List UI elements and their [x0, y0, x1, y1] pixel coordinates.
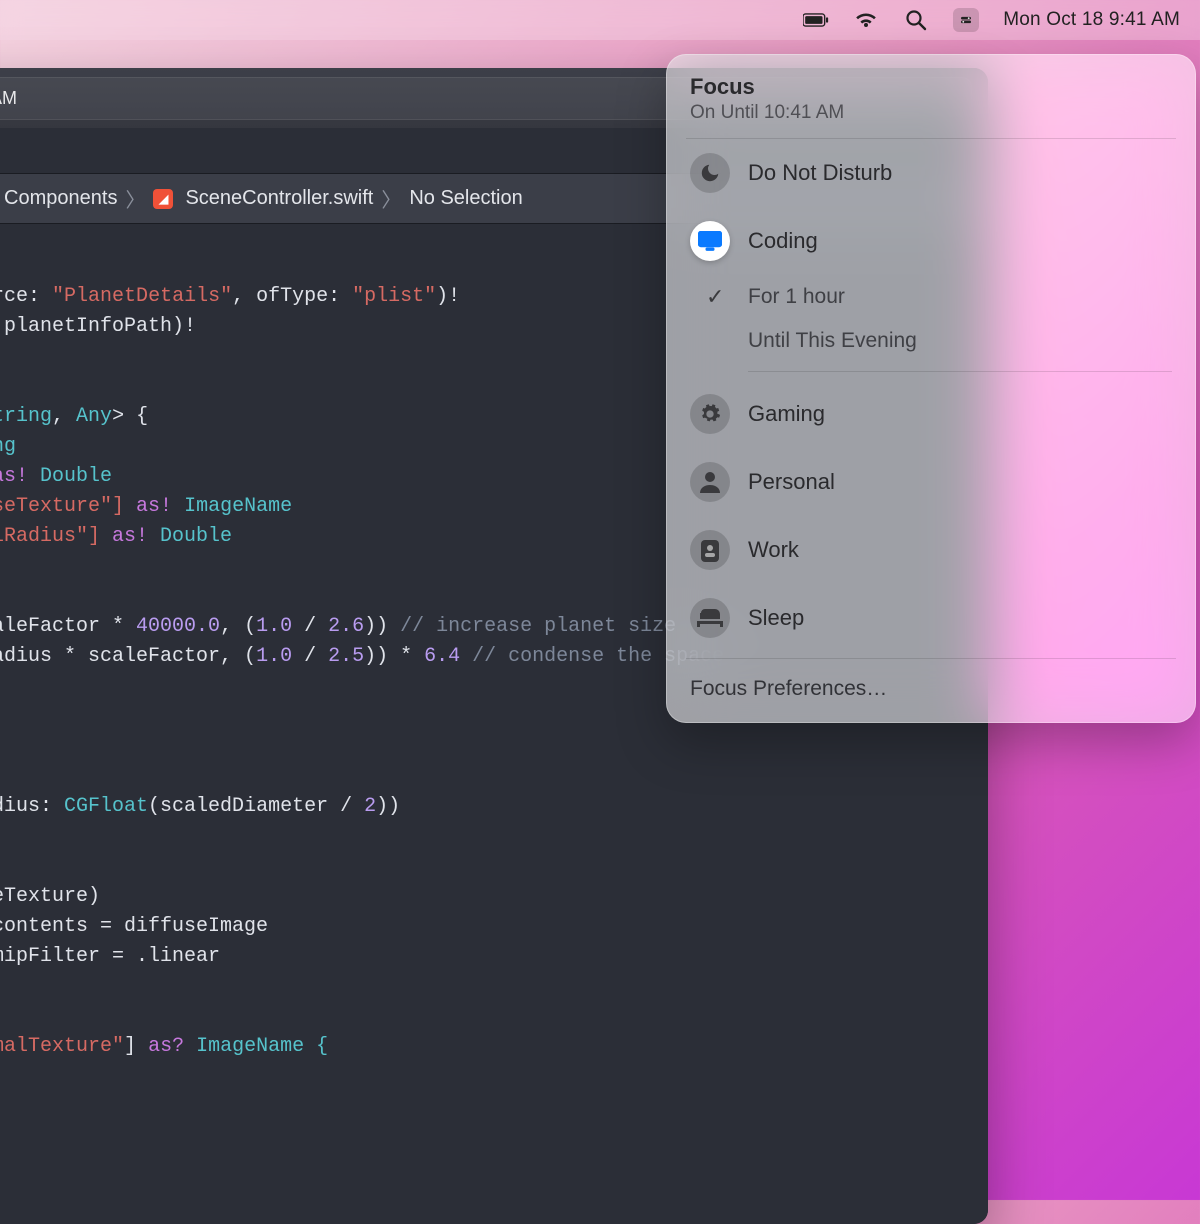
- focus-duration-evening[interactable]: Until This Evening: [666, 319, 1196, 363]
- breadcrumb-folder[interactable]: Shared Components: [0, 187, 117, 210]
- focus-preferences-link[interactable]: Focus Preferences…: [666, 659, 1196, 723]
- focus-mode-coding[interactable]: Coding: [666, 207, 1196, 275]
- focus-mode-label: Personal: [748, 469, 835, 495]
- chevron-right-icon: 〉: [125, 184, 145, 213]
- person-icon: [690, 462, 730, 502]
- focus-duration-1hour[interactable]: ✓ For 1 hour: [666, 275, 1196, 319]
- focus-mode-label: Work: [748, 537, 799, 563]
- focus-duration-label: Until This Evening: [748, 329, 917, 353]
- focus-subtitle: On Until 10:41 AM: [690, 102, 1172, 124]
- focus-mode-label: Sleep: [748, 605, 804, 631]
- focus-mode-sleep[interactable]: Sleep: [666, 584, 1196, 652]
- chevron-right-icon: 〉: [381, 184, 401, 213]
- focus-mode-dnd[interactable]: Do Not Disturb: [666, 139, 1196, 207]
- menu-bar: Mon Oct 18 9:41 AM: [0, 0, 1200, 40]
- checkmark-icon: ✓: [706, 284, 724, 310]
- focus-mode-work[interactable]: Work: [666, 516, 1196, 584]
- focus-mode-personal[interactable]: Personal: [666, 448, 1196, 516]
- control-center-icon[interactable]: [953, 8, 979, 32]
- battery-icon[interactable]: [803, 8, 829, 32]
- menu-bar-datetime[interactable]: Mon Oct 18 9:41 AM: [1003, 9, 1180, 31]
- spotlight-icon[interactable]: [903, 8, 929, 32]
- moon-icon: [690, 153, 730, 193]
- focus-mode-gaming[interactable]: Gaming: [666, 380, 1196, 448]
- divider: [748, 371, 1172, 372]
- badge-icon: [690, 530, 730, 570]
- focus-mode-label: Do Not Disturb: [748, 160, 892, 186]
- focus-mode-label: Coding: [748, 228, 818, 254]
- focus-duration-label: For 1 hour: [748, 285, 845, 309]
- breadcrumb-selection[interactable]: No Selection: [409, 187, 522, 210]
- display-icon: [690, 221, 730, 261]
- focus-title: Focus: [690, 74, 1172, 100]
- gear-icon: [690, 394, 730, 434]
- focus-popover: Focus On Until 10:41 AM Do Not Disturb C…: [666, 54, 1196, 723]
- focus-mode-label: Gaming: [748, 401, 825, 427]
- breadcrumb-file[interactable]: SceneController.swift: [185, 187, 373, 210]
- swift-file-icon: ◢: [153, 189, 173, 209]
- bed-icon: [690, 598, 730, 638]
- wifi-icon[interactable]: [853, 8, 879, 32]
- focus-header: Focus On Until 10:41 AM: [666, 74, 1196, 138]
